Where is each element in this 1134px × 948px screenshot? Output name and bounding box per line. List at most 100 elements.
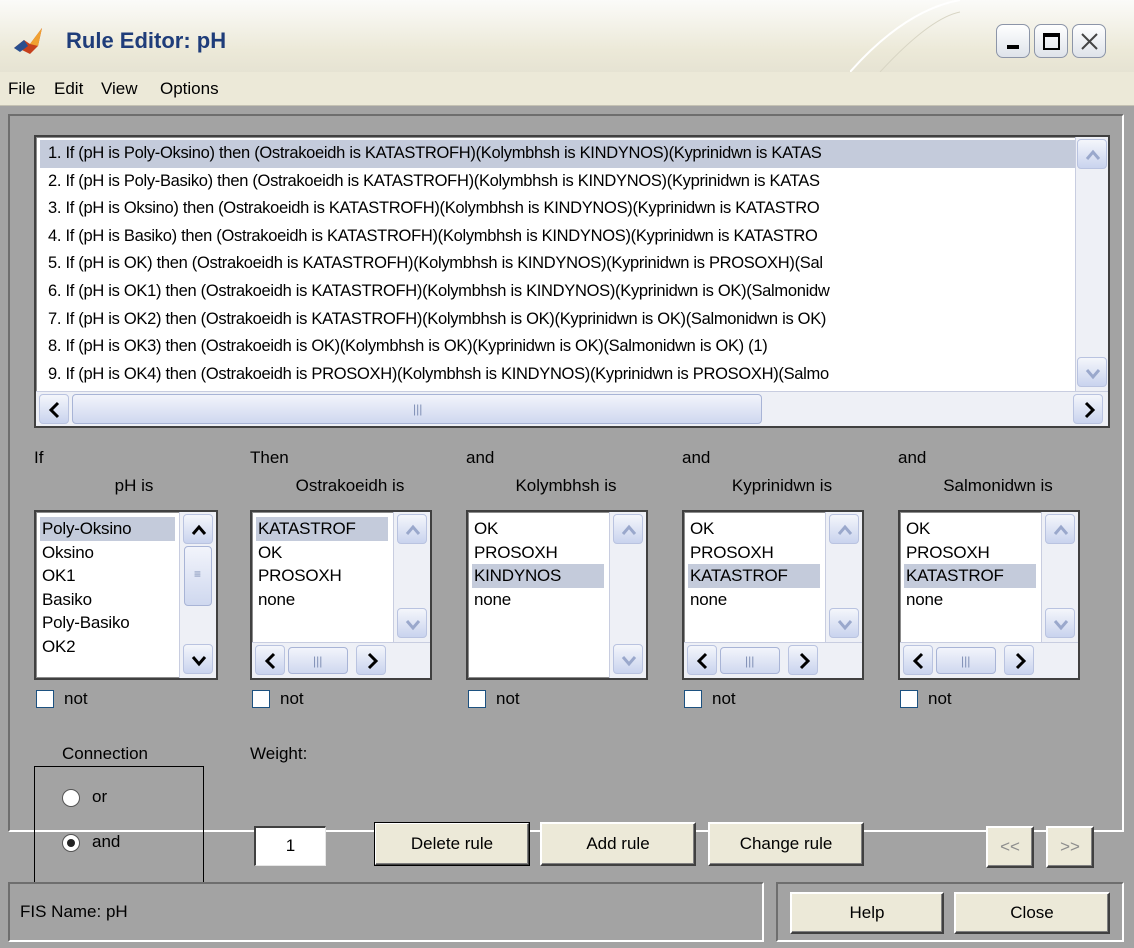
list-item[interactable]: KATASTROF xyxy=(904,564,1036,588)
list-item[interactable]: PROSOXH xyxy=(904,541,1036,565)
list-vertical-scrollbar[interactable] xyxy=(393,512,430,642)
list-item[interactable]: PROSOXH xyxy=(256,564,388,588)
scroll-thumb[interactable]: ||| xyxy=(288,647,348,674)
scroll-up-button[interactable] xyxy=(829,514,859,544)
scroll-thumb[interactable]: ||| xyxy=(72,394,762,424)
list-item[interactable]: Basiko xyxy=(40,588,175,612)
list-item[interactable]: PROSOXH xyxy=(688,541,820,565)
scroll-right-button[interactable] xyxy=(788,645,818,675)
menu-options[interactable]: Options xyxy=(160,79,219,99)
output-variable-name: Salmonidwn is xyxy=(943,476,1053,495)
scroll-left-button[interactable] xyxy=(39,394,69,424)
scroll-thumb[interactable]: ≡ xyxy=(184,546,212,606)
title-bar[interactable]: Rule Editor: pH xyxy=(0,0,1134,72)
scroll-left-button[interactable] xyxy=(903,645,933,675)
list-horizontal-scrollbar[interactable]: ||| xyxy=(900,642,1078,678)
list-item[interactable]: Oksino xyxy=(40,541,175,565)
rules-vertical-scrollbar[interactable] xyxy=(1075,137,1108,391)
list-vertical-scrollbar[interactable] xyxy=(1041,512,1078,642)
minimize-button[interactable] xyxy=(996,24,1030,58)
list-item[interactable]: Poly-Oksino xyxy=(40,517,175,541)
menu-edit[interactable]: Edit xyxy=(54,79,83,99)
if-label: If xyxy=(34,448,44,467)
help-button[interactable]: Help xyxy=(790,892,944,934)
ph-membership-list[interactable]: Poly-Oksino Oksino OK1 Basiko Poly-Basik… xyxy=(34,510,218,680)
rule-line[interactable]: 5. If (pH is OK) then (Ostrakoeidh is KA… xyxy=(40,250,1075,278)
menu-file[interactable]: File xyxy=(8,79,35,99)
scroll-down-button[interactable] xyxy=(397,608,427,638)
rules-horizontal-scrollbar[interactable]: ||| xyxy=(36,391,1108,426)
list-item[interactable]: none xyxy=(904,588,1036,612)
list-item[interactable]: OK xyxy=(688,517,820,541)
previous-rule-button[interactable]: << xyxy=(986,826,1034,868)
scroll-up-button[interactable] xyxy=(183,514,213,544)
scroll-up-button[interactable] xyxy=(1045,514,1075,544)
menu-view[interactable]: View xyxy=(101,79,138,99)
list-vertical-scrollbar[interactable]: ≡ xyxy=(179,512,216,678)
fis-name-status: FIS Name: pH xyxy=(20,902,128,921)
not-checkbox-ostrakoeidh[interactable] xyxy=(252,690,270,708)
weight-input[interactable]: 1 xyxy=(254,826,326,866)
list-item[interactable]: none xyxy=(472,588,604,612)
next-rule-button[interactable]: >> xyxy=(1046,826,1094,868)
rule-line[interactable]: 2. If (pH is Poly-Basiko) then (Ostrakoe… xyxy=(40,168,1075,196)
list-horizontal-scrollbar[interactable]: ||| xyxy=(684,642,862,678)
list-item[interactable]: OK1 xyxy=(40,564,175,588)
maximize-button[interactable] xyxy=(1034,24,1068,58)
connection-and-radio[interactable] xyxy=(62,834,80,852)
list-item[interactable]: KINDYNOS xyxy=(472,564,604,588)
list-item[interactable]: none xyxy=(256,588,388,612)
scroll-up-button[interactable] xyxy=(397,514,427,544)
scroll-thumb[interactable]: ||| xyxy=(720,647,780,674)
scroll-right-button[interactable] xyxy=(1004,645,1034,675)
scroll-left-button[interactable] xyxy=(687,645,717,675)
list-item[interactable]: OK xyxy=(472,517,604,541)
scroll-down-button[interactable] xyxy=(613,644,643,674)
list-horizontal-scrollbar[interactable]: ||| xyxy=(252,642,430,678)
scroll-up-button[interactable] xyxy=(1077,139,1107,169)
rule-line[interactable]: 7. If (pH is OK2) then (Ostrakoeidh is K… xyxy=(40,306,1075,334)
rules-list[interactable]: 1. If (pH is Poly-Oksino) then (Ostrakoe… xyxy=(34,135,1110,428)
close-window-button[interactable] xyxy=(1072,24,1106,58)
close-button[interactable]: Close xyxy=(954,892,1110,934)
output-variable-name: Kyprinidwn is xyxy=(731,476,833,495)
ostrakoeidh-membership-list[interactable]: KATASTROF OK PROSOXH none ||| xyxy=(250,510,432,680)
list-item[interactable]: OK2 xyxy=(40,635,175,659)
rule-line[interactable]: 3. If (pH is Oksino) then (Ostrakoeidh i… xyxy=(40,195,1075,223)
list-item[interactable]: KATASTROF xyxy=(688,564,820,588)
list-item[interactable]: none xyxy=(688,588,820,612)
list-item[interactable]: OK xyxy=(256,541,388,565)
chevron-down-icon xyxy=(1053,620,1069,631)
scroll-right-button[interactable] xyxy=(1073,394,1103,424)
list-vertical-scrollbar[interactable] xyxy=(609,512,646,678)
scroll-right-button[interactable] xyxy=(356,645,386,675)
scroll-down-button[interactable] xyxy=(183,644,213,674)
not-checkbox-ph[interactable] xyxy=(36,690,54,708)
scroll-down-button[interactable] xyxy=(829,608,859,638)
change-rule-button[interactable]: Change rule xyxy=(708,822,864,866)
not-checkbox-kyprinidwn[interactable] xyxy=(684,690,702,708)
list-vertical-scrollbar[interactable] xyxy=(825,512,862,642)
delete-rule-button[interactable]: Delete rule xyxy=(374,822,530,866)
scroll-down-button[interactable] xyxy=(1045,608,1075,638)
kyprinidwn-membership-list[interactable]: OK PROSOXH KATASTROF none ||| xyxy=(682,510,864,680)
scroll-up-button[interactable] xyxy=(613,514,643,544)
connection-or-radio[interactable] xyxy=(62,789,80,807)
rule-line[interactable]: 6. If (pH is OK1) then (Ostrakoeidh is K… xyxy=(40,278,1075,306)
scroll-thumb[interactable]: ||| xyxy=(936,647,996,674)
scroll-down-button[interactable] xyxy=(1077,357,1107,387)
kolymbhsh-membership-list[interactable]: OK PROSOXH KINDYNOS none xyxy=(466,510,648,680)
list-item[interactable]: OK xyxy=(904,517,1036,541)
list-item[interactable]: PROSOXH xyxy=(472,541,604,565)
salmonidwn-membership-list[interactable]: OK PROSOXH KATASTROF none ||| xyxy=(898,510,1080,680)
list-item[interactable]: Poly-Basiko xyxy=(40,611,175,635)
rule-line[interactable]: 1. If (pH is Poly-Oksino) then (Ostrakoe… xyxy=(40,140,1075,168)
rule-line[interactable]: 4. If (pH is Basiko) then (Ostrakoeidh i… xyxy=(40,223,1075,251)
add-rule-button[interactable]: Add rule xyxy=(540,822,696,866)
not-checkbox-salmonidwn[interactable] xyxy=(900,690,918,708)
rule-line[interactable]: 8. If (pH is OK3) then (Ostrakoeidh is O… xyxy=(40,333,1075,361)
scroll-left-button[interactable] xyxy=(255,645,285,675)
not-checkbox-kolymbhsh[interactable] xyxy=(468,690,486,708)
rule-line[interactable]: 9. If (pH is OK4) then (Ostrakoeidh is P… xyxy=(40,361,1075,389)
list-item[interactable]: KATASTROF xyxy=(256,517,388,541)
